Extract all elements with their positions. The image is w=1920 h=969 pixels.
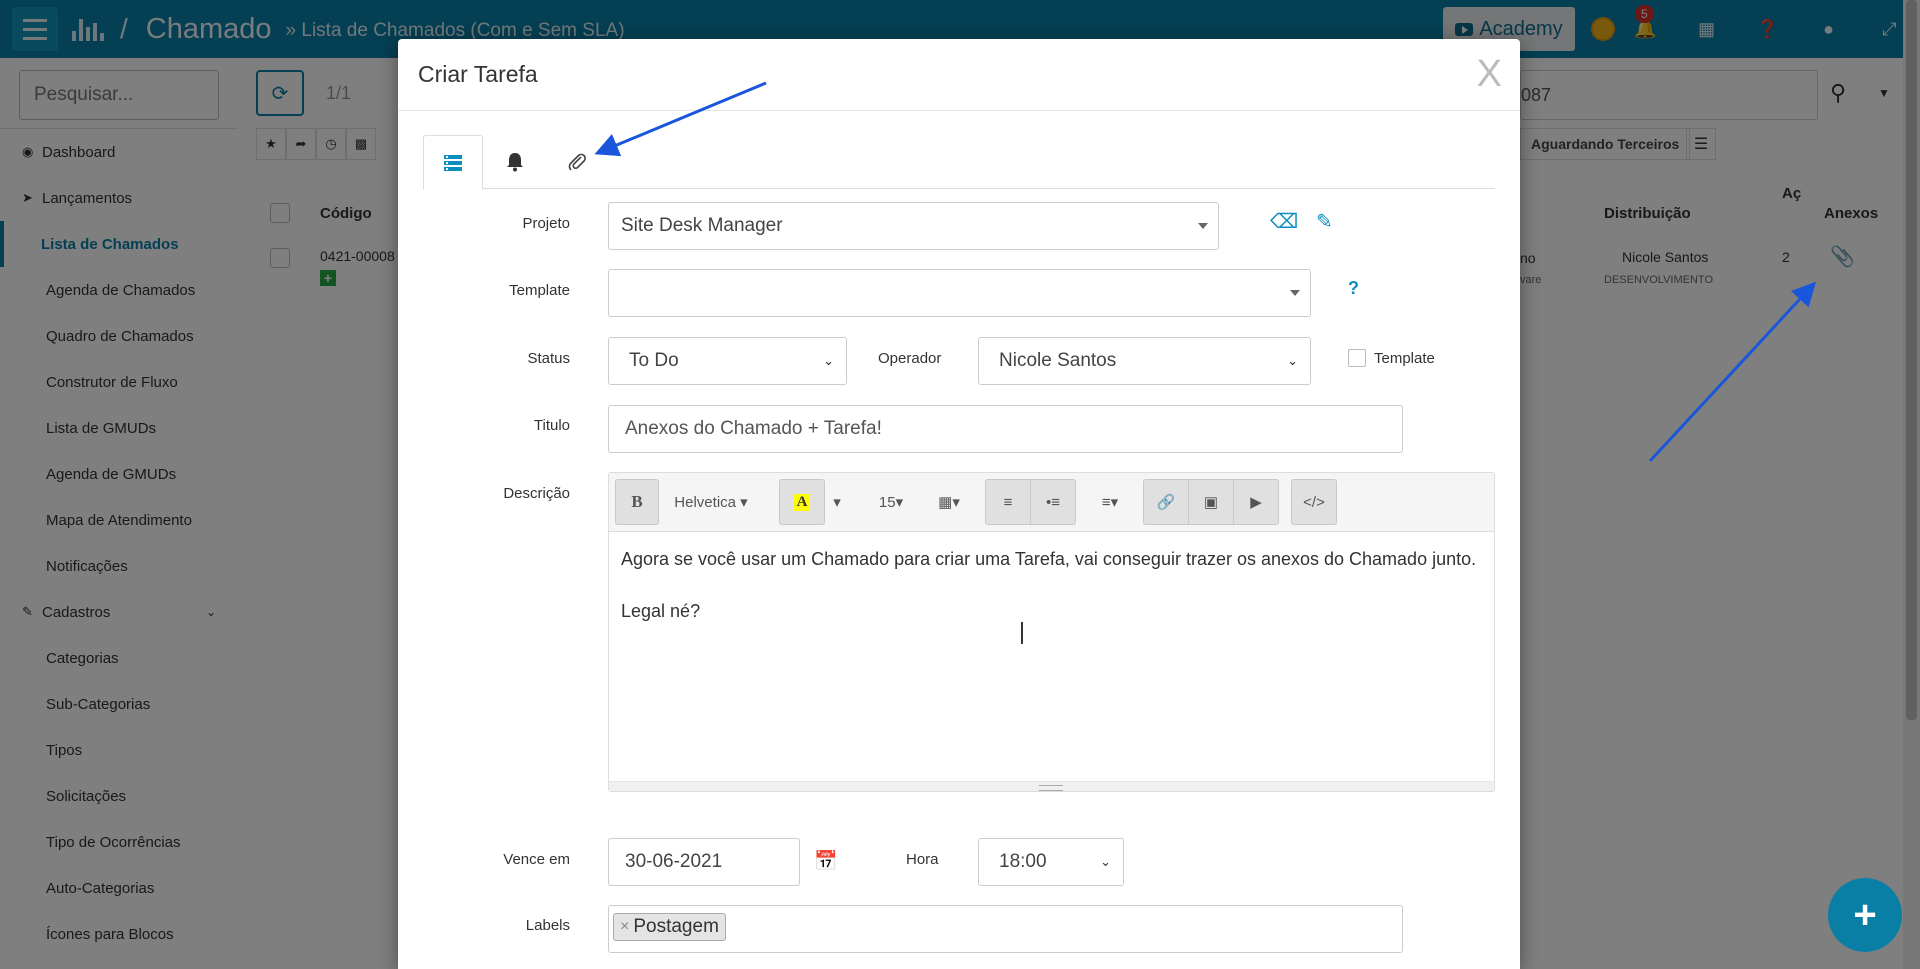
editor-paragraph-2: Legal né? [621, 601, 701, 621]
bold-button[interactable]: B [615, 479, 659, 525]
vence-em-input[interactable]: 30-06-2021 [608, 838, 800, 886]
label-status: Status [527, 350, 570, 367]
modal-tabs [423, 135, 1495, 190]
label-projeto: Projeto [522, 215, 570, 232]
label-operador: Operador [878, 350, 942, 367]
chevron-down-icon: ⌄ [823, 353, 834, 368]
create-task-modal: Criar Tarefa X Projeto Site Desk Manager… [398, 39, 1520, 969]
label-template: Template [509, 282, 570, 299]
tab-details[interactable] [423, 135, 483, 190]
highlight-a-icon: A [793, 493, 811, 511]
calendar-icon[interactable]: 📅 [814, 849, 838, 873]
ordered-list-icon[interactable]: ≡ [985, 479, 1031, 525]
align-dropdown[interactable]: ≡▾ [1087, 479, 1133, 525]
status-select[interactable]: To Do ⌄ [608, 337, 847, 385]
editor-content[interactable]: Agora se você usar um Chamado para criar… [609, 532, 1494, 782]
font-size-dropdown[interactable]: 15 ▾ [871, 479, 911, 525]
remove-tag-icon[interactable]: × [620, 918, 629, 936]
color-dropdown-caret[interactable]: ▾ [825, 479, 849, 525]
label-labels: Labels [525, 917, 570, 934]
floating-add-button[interactable]: + [1828, 878, 1902, 952]
app-root: / Chamado » Lista de Chamados (Com e Sem… [0, 0, 1920, 969]
editor-paragraph-1: Agora se você usar um Chamado para criar… [621, 549, 1477, 569]
chevron-down-icon: ⌄ [1100, 854, 1111, 869]
descricao-editor: B Helvetica ▾ A ▾ 15 ▾ ▦▾ ≡ •≡ ≡▾ 🔗 ▣ ▶ <… [608, 472, 1495, 792]
label-hora: Hora [906, 851, 939, 868]
label-descricao: Descrição [503, 485, 570, 502]
code-view-icon[interactable]: </> [1291, 479, 1337, 525]
titulo-input[interactable]: Anexos do Chamado + Tarefa! [608, 405, 1403, 453]
tab-attachments[interactable] [547, 135, 607, 189]
modal-title: Criar Tarefa [418, 61, 538, 87]
table-icon[interactable]: ▦▾ [927, 479, 971, 525]
projeto-select[interactable]: Site Desk Manager [608, 202, 1219, 250]
editor-resize-handle[interactable] [609, 781, 1494, 791]
close-icon[interactable]: X [1477, 53, 1502, 96]
editor-blank-line [621, 572, 1482, 598]
template-select[interactable] [608, 269, 1311, 317]
template-checkbox[interactable] [1348, 349, 1366, 367]
dropdown-arrow-icon [1198, 223, 1208, 229]
video-icon[interactable]: ▶ [1233, 479, 1279, 525]
image-icon[interactable]: ▣ [1188, 479, 1234, 525]
dropdown-arrow-icon [1290, 290, 1300, 296]
label-titulo: Titulo [533, 417, 570, 434]
highlight-color-button[interactable]: A [779, 479, 825, 525]
font-name-dropdown[interactable]: Helvetica ▾ [671, 479, 751, 525]
bell-icon [507, 153, 523, 172]
link-icon[interactable]: 🔗 [1143, 479, 1189, 525]
labels-input[interactable] [608, 905, 1403, 953]
eraser-icon[interactable]: ⌫ [1270, 209, 1298, 234]
help-icon[interactable]: ? [1348, 278, 1359, 299]
chevron-down-icon: ⌄ [1287, 353, 1298, 368]
text-cursor [1021, 622, 1023, 644]
operador-select[interactable]: Nicole Santos ⌄ [978, 337, 1311, 385]
editor-toolbar: B Helvetica ▾ A ▾ 15 ▾ ▦▾ ≡ •≡ ≡▾ 🔗 ▣ ▶ <… [609, 473, 1494, 532]
modal-header: Criar Tarefa X [398, 39, 1520, 111]
label-tag-postagem[interactable]: × Postagem [613, 913, 726, 941]
tab-notifications[interactable] [485, 135, 545, 189]
paperclip-icon [568, 153, 586, 171]
label-template-checkbox: Template [1374, 350, 1435, 367]
label-vence-em: Vence em [503, 851, 570, 868]
unordered-list-icon[interactable]: •≡ [1030, 479, 1076, 525]
server-icon [444, 154, 462, 171]
pencil-icon[interactable]: ✎ [1316, 209, 1333, 234]
hora-select[interactable]: 18:00 ⌄ [978, 838, 1124, 886]
